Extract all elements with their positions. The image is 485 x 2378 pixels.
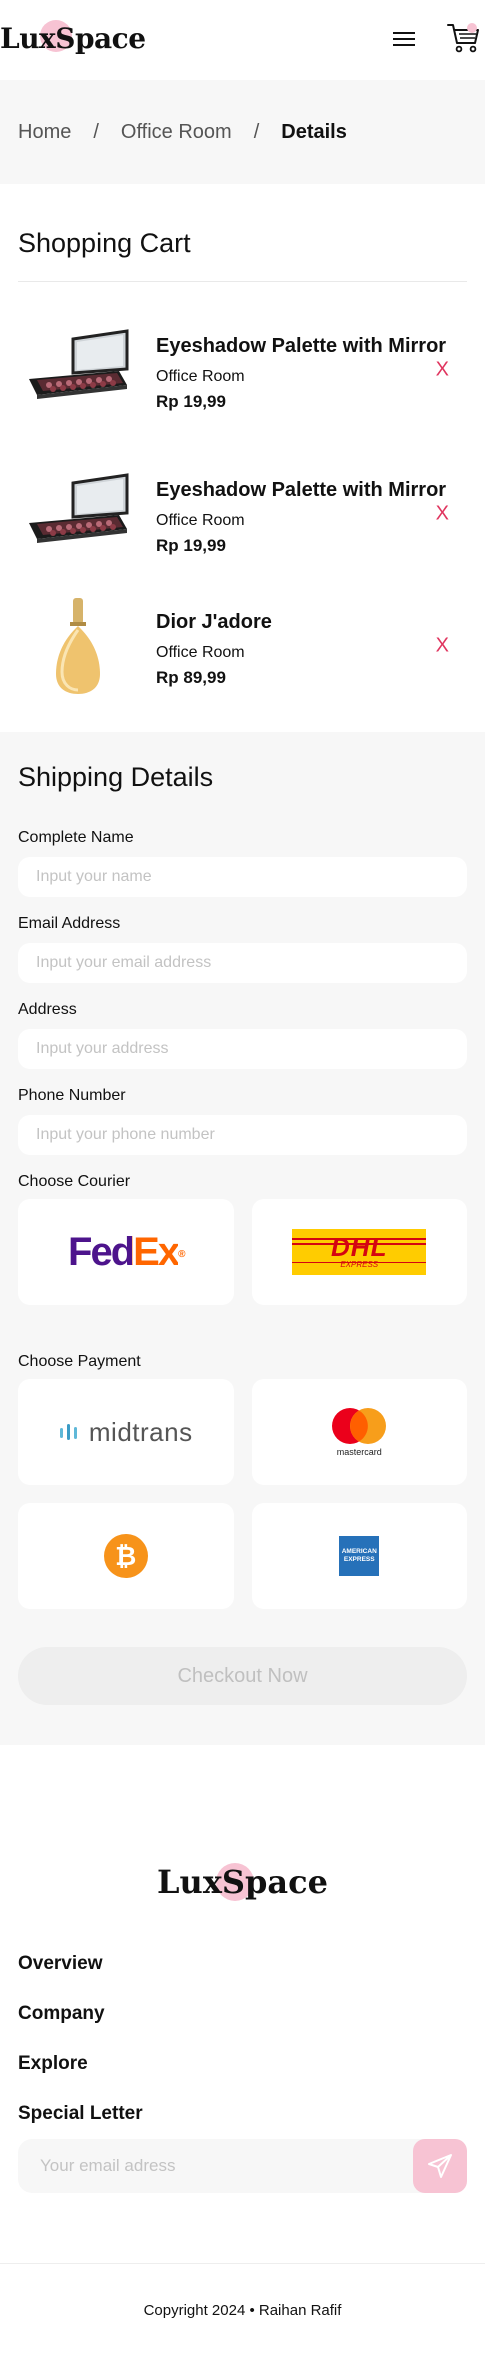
payment-mastercard-option[interactable]: mastercard (251, 1379, 467, 1485)
email-input[interactable] (18, 943, 467, 983)
breadcrumb: Home / Office Room / Details (0, 80, 485, 184)
cart-item-category: Office Room (156, 368, 245, 385)
midtrans-logo-text: midtrans (88, 1416, 193, 1447)
address-input[interactable] (18, 1029, 467, 1069)
choose-payment-label: Choose Payment (18, 1353, 141, 1370)
payment-options: midtrans mastercard ₿ AMERICAN EXPRESS (18, 1379, 467, 1609)
cart-icon[interactable] (447, 22, 481, 54)
newsletter-email-input[interactable] (18, 2139, 467, 2193)
cart-item-price: Rp 19,99 (156, 536, 226, 555)
email-label: Email Address (18, 915, 121, 932)
amex-logo: AMERICAN EXPRESS (339, 1536, 380, 1576)
divider (18, 281, 467, 282)
footer-nav-overview[interactable]: Overview (18, 1953, 467, 1975)
site-header: LuxSpace (0, 0, 485, 80)
cart-item-category: Office Room (156, 644, 245, 661)
logo[interactable]: LuxSpace (0, 20, 146, 55)
courier-fedex-option[interactable]: FedEx® (18, 1199, 234, 1305)
cart-item: Eyeshadow Palette with Mirror Office Roo… (18, 442, 467, 586)
mastercard-label: mastercard (336, 1447, 382, 1457)
breadcrumb-separator: / (93, 120, 99, 143)
midtrans-logo: midtrans (59, 1417, 193, 1448)
cart-item-name: Eyeshadow Palette with Mirror (156, 479, 447, 501)
footer-nav: Overview Company Explore Special Letter (0, 1901, 485, 2125)
footer-nav-company[interactable]: Company (18, 2003, 467, 2025)
remove-item-button[interactable]: X (436, 635, 449, 658)
name-input[interactable] (18, 857, 467, 897)
shipping-details-section: Shipping Details Complete Name Email Add… (0, 732, 485, 1745)
footer-logo[interactable]: LuxSpace (0, 1863, 485, 1901)
phone-input[interactable] (18, 1115, 467, 1155)
cart-item: Eyeshadow Palette with Mirror Office Roo… (18, 298, 467, 442)
site-footer: LuxSpace Overview Company Explore Specia… (0, 1745, 485, 2319)
midtrans-bars-icon (59, 1424, 77, 1440)
footer-logo-text: LuxSpace (157, 1863, 328, 1901)
remove-item-button[interactable]: X (436, 503, 449, 526)
amex-line-2: EXPRESS (343, 1556, 375, 1563)
bitcoin-icon: ₿ (103, 1534, 148, 1578)
shipping-details-title: Shipping Details (18, 762, 214, 792)
eyeshadow-palette-image (18, 464, 138, 564)
footer-nav-explore[interactable]: Explore (18, 2053, 467, 2075)
breadcrumb-separator: / (253, 120, 260, 143)
cart-item: Dior J'adore Office Room Rp 89,99 X (18, 586, 467, 706)
cart-item-name: Eyeshadow Palette with Mirror (156, 335, 447, 357)
cart-item-category: Office Room (156, 512, 245, 529)
send-icon (428, 2154, 452, 2178)
choose-courier-label: Choose Courier (18, 1173, 131, 1190)
newsletter-send-button[interactable] (413, 2139, 467, 2193)
amex-line-1: AMERICAN (341, 1548, 377, 1555)
footer-nav-special-letter: Special Letter (18, 2103, 143, 2124)
remove-item-button[interactable]: X (436, 359, 449, 382)
payment-bitcoin-option[interactable]: ₿ (18, 1503, 234, 1609)
address-label: Address (18, 1001, 77, 1018)
copyright-text: Copyright 2024 • Raihan Rafif (143, 2302, 342, 2319)
courier-dhl-option[interactable]: DHL EXPRESS (251, 1199, 467, 1305)
dhl-logo: DHL EXPRESS (292, 1229, 427, 1275)
breadcrumb-home[interactable]: Home (18, 121, 71, 144)
payment-amex-option[interactable]: AMERICAN EXPRESS (251, 1503, 467, 1609)
hamburger-icon[interactable] (393, 28, 415, 48)
cart-item-name: Dior J'adore (156, 611, 272, 633)
shopping-cart-title: Shopping Cart (18, 228, 191, 258)
shopping-cart-section: Shopping Cart Eyeshadow Palette with Mir… (0, 184, 485, 732)
cart-item-price: Rp 19,99 (156, 392, 226, 411)
fedex-logo: FedEx® (68, 1229, 186, 1274)
phone-label: Phone Number (18, 1087, 126, 1104)
perfume-bottle-image (18, 586, 138, 706)
cart-item-price: Rp 89,99 (156, 668, 226, 687)
logo-text: LuxSpace (0, 22, 146, 55)
checkout-button[interactable]: Checkout Now (18, 1647, 467, 1705)
payment-midtrans-option[interactable]: midtrans (18, 1379, 234, 1485)
name-label: Complete Name (18, 829, 134, 846)
courier-options: FedEx® DHL EXPRESS (18, 1199, 467, 1305)
newsletter-form (18, 2139, 467, 2193)
mastercard-logo: mastercard (328, 1407, 390, 1457)
breadcrumb-office-room[interactable]: Office Room (121, 121, 232, 144)
mastercard-circles-icon (332, 1408, 387, 1444)
breadcrumb-current: Details (281, 120, 347, 143)
fedex-logo-text: FedEx (68, 1229, 180, 1274)
eyeshadow-palette-image (18, 320, 138, 420)
